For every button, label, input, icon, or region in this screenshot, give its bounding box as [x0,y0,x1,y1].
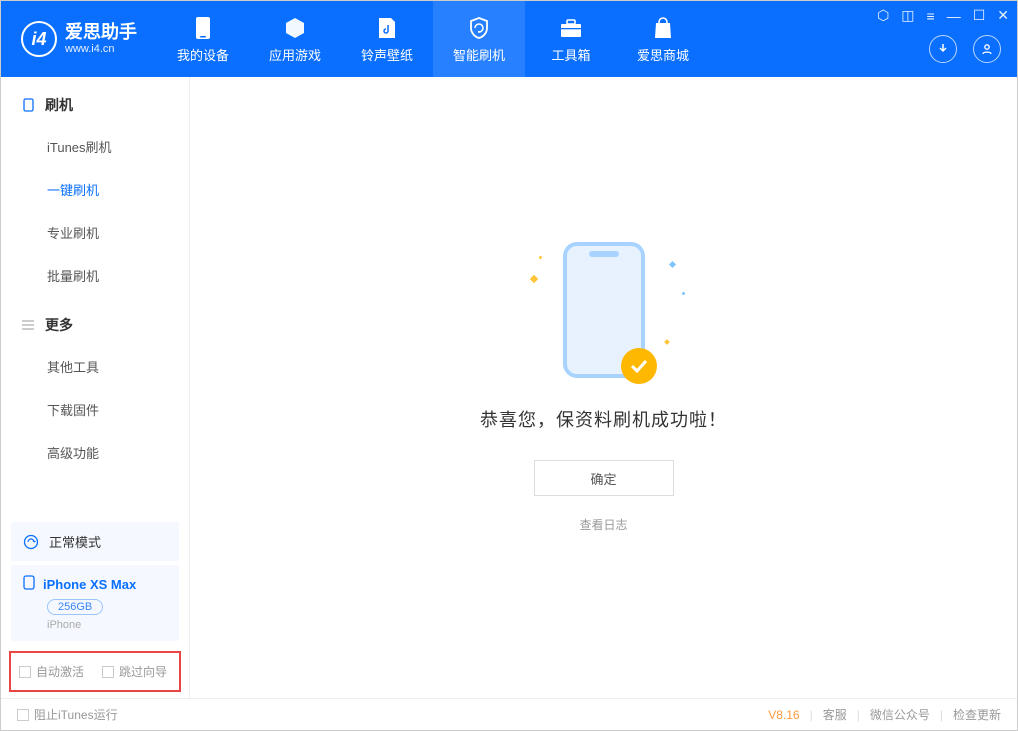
footer-link-wechat[interactable]: 微信公众号 [870,706,930,723]
refresh-shield-icon [466,15,492,41]
device-capacity: 256GB [47,599,103,615]
logo-icon: i4 [21,21,57,57]
options-highlighted-row: 自动激活 跳过向导 [9,651,181,692]
app-subtitle: www.i4.cn [65,43,137,56]
menu-icon[interactable]: ≡ [927,8,935,24]
main-nav: 我的设备 应用游戏 铃声壁纸 智能刷机 工具箱 爱思商城 [157,1,709,77]
phone-outline-icon [23,575,35,593]
sidebar-group-flash: 刷机 [1,95,189,125]
connected-device-card[interactable]: iPhone XS Max 256GB iPhone [11,565,179,641]
device-icon [190,15,216,41]
download-button[interactable] [929,35,957,63]
checkbox-skip-guide[interactable]: 跳过向导 [102,663,167,680]
sidebar-item-batch-flash[interactable]: 批量刷机 [1,254,189,297]
content-panel: 恭喜您，保资料刷机成功啦！ 确定 查看日志 [190,77,1017,698]
nav-toolbox[interactable]: 工具箱 [525,1,617,77]
toolbox-icon [558,15,584,41]
nav-store[interactable]: 爱思商城 [617,1,709,77]
device-mode-status[interactable]: 正常模式 [11,522,179,561]
device-name: iPhone XS Max [43,577,136,592]
footer-link-support[interactable]: 客服 [823,706,847,723]
sidebar-item-other-tools[interactable]: 其他工具 [1,345,189,388]
close-button[interactable]: ✕ [997,7,1009,24]
cube-small-icon[interactable]: ◫ [901,7,914,24]
sidebar-item-advanced[interactable]: 高级功能 [1,431,189,474]
checkbox-auto-activate[interactable]: 自动激活 [19,663,84,680]
status-bar: 阻止iTunes运行 V8.16 | 客服 | 微信公众号 | 检查更新 [1,698,1017,730]
footer-link-check-update[interactable]: 检查更新 [953,706,1001,723]
sync-icon [23,534,39,550]
window-controls: ⬡ ◫ ≡ ― ☐ ✕ [877,7,1009,24]
maximize-button[interactable]: ☐ [973,7,986,24]
minimize-button[interactable]: ― [947,8,961,24]
bag-icon [650,15,676,41]
cube-icon [282,15,308,41]
ok-button[interactable]: 确定 [534,460,674,496]
nav-smart-flash[interactable]: 智能刷机 [433,1,525,77]
sidebar-item-one-click-flash[interactable]: 一键刷机 [1,168,189,211]
app-title: 爱思助手 [65,22,137,44]
sidebar: 刷机 iTunes刷机 一键刷机 专业刷机 批量刷机 更多 其他工具 下载固件 … [1,77,190,698]
success-message: 恭喜您，保资料刷机成功啦！ [480,406,727,432]
shirt-icon[interactable]: ⬡ [877,7,889,24]
version-label: V8.16 [768,708,799,722]
phone-small-icon [21,98,35,112]
sidebar-item-download-firmware[interactable]: 下载固件 [1,388,189,431]
success-illustration [563,242,645,378]
device-type: iPhone [47,619,167,631]
sidebar-group-more: 更多 [1,315,189,345]
music-file-icon [374,15,400,41]
app-header: i4 爱思助手 www.i4.cn 我的设备 应用游戏 铃声壁纸 智能刷机 工具… [1,1,1017,77]
nav-ringtones-wallpapers[interactable]: 铃声壁纸 [341,1,433,77]
app-logo: i4 爱思助手 www.i4.cn [1,21,157,57]
check-badge-icon [621,348,657,384]
checkbox-block-itunes[interactable]: 阻止iTunes运行 [17,706,118,723]
nav-my-device[interactable]: 我的设备 [157,1,249,77]
sidebar-item-pro-flash[interactable]: 专业刷机 [1,211,189,254]
sidebar-item-itunes-flash[interactable]: iTunes刷机 [1,125,189,168]
view-log-link[interactable]: 查看日志 [579,516,627,533]
list-icon [21,318,35,332]
user-button[interactable] [973,35,1001,63]
nav-apps-games[interactable]: 应用游戏 [249,1,341,77]
